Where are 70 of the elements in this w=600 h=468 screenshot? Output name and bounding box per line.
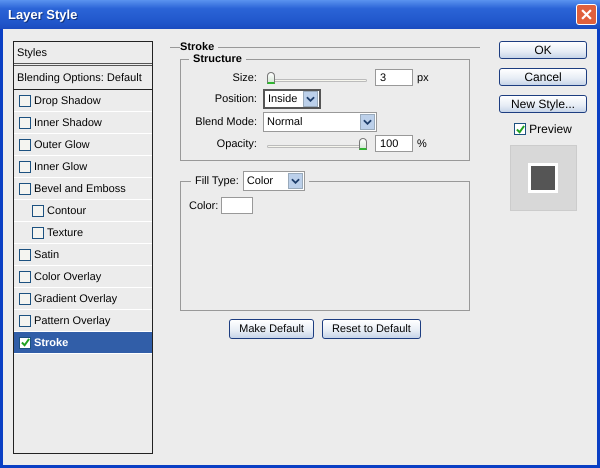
value-field[interactable]: 3: [375, 69, 413, 86]
caret-icon: [360, 114, 375, 130]
item-label: Pattern Overlay: [34, 314, 110, 326]
style-list-item[interactable]: Outer Glow: [14, 134, 152, 156]
item-label: Inner Glow: [34, 160, 88, 172]
dialog-button[interactable]: New Style...: [499, 95, 587, 113]
style-list-item[interactable]: Blending Options: Default: [14, 66, 152, 90]
checkbox[interactable]: [19, 160, 31, 172]
checkbox[interactable]: [32, 226, 44, 238]
slider-thumb[interactable]: [267, 72, 275, 84]
style-list-item[interactable]: Color Overlay: [14, 266, 152, 288]
checkbox[interactable]: [19, 270, 31, 282]
unit-label: px: [417, 72, 429, 84]
close-icon[interactable]: [576, 4, 597, 25]
checkbox[interactable]: [19, 292, 31, 304]
item-label: Texture: [47, 226, 84, 238]
checkbox[interactable]: [514, 123, 526, 135]
item-label: Gradient Overlay: [34, 292, 118, 304]
field-label: Color:: [189, 200, 218, 212]
style-list-item[interactable]: Contour: [14, 200, 152, 222]
color-swatch[interactable]: [221, 197, 254, 214]
item-label: Inner Shadow: [34, 116, 102, 128]
field-label: Opacity:: [216, 138, 257, 150]
style-list-item[interactable]: Texture: [14, 222, 152, 244]
slider[interactable]: [267, 136, 367, 150]
item-label: Satin: [34, 248, 60, 260]
default-button[interactable]: Make Default: [229, 319, 314, 339]
item-label: Color Overlay: [34, 270, 102, 282]
slider[interactable]: [267, 70, 367, 84]
default-button[interactable]: Reset to Default: [322, 319, 421, 339]
caret-icon: [303, 91, 318, 107]
item-label: Drop Shadow: [34, 94, 101, 106]
field-label: Fill Type:: [195, 175, 239, 187]
item-label: Outer Glow: [34, 138, 90, 150]
field-label: Size:: [232, 72, 257, 84]
list-header[interactable]: Styles: [14, 42, 152, 66]
group-title: Structure: [192, 53, 243, 65]
field-label: Position:: [214, 93, 257, 105]
group-title: Stroke: [180, 41, 216, 53]
checkbox[interactable]: [19, 138, 31, 150]
position-dropdown[interactable]: Inside: [263, 89, 321, 109]
style-list-item[interactable]: Gradient Overlay: [14, 288, 152, 310]
checkbox-label: Preview: [529, 122, 572, 136]
fill-type-dropdown[interactable]: Color: [242, 171, 305, 191]
value-field[interactable]: 100: [375, 135, 413, 152]
preview-drawing: [510, 145, 576, 211]
dialog-button[interactable]: OK: [499, 41, 587, 59]
style-list-item[interactable]: Inner Shadow: [14, 112, 152, 134]
dialog-button[interactable]: Cancel: [499, 68, 587, 86]
caret-icon: [288, 173, 303, 189]
blend-mode-dropdown[interactable]: Normal: [263, 112, 377, 132]
checkbox[interactable]: [19, 182, 31, 194]
unit-label: %: [417, 138, 427, 150]
checkbox[interactable]: [19, 94, 31, 106]
checkbox[interactable]: [19, 116, 31, 128]
style-list-item[interactable]: Inner Glow: [14, 156, 152, 178]
style-list-item[interactable]: Satin: [14, 244, 152, 266]
checkbox[interactable]: [32, 204, 44, 216]
item-label: Contour: [47, 204, 86, 216]
checkbox[interactable]: [19, 314, 31, 326]
checkbox[interactable]: [19, 336, 31, 348]
item-label: Bevel and Emboss: [34, 182, 126, 194]
style-list-item[interactable]: Bevel and Emboss: [14, 178, 152, 200]
style-list-item[interactable]: Stroke: [14, 332, 152, 354]
style-list-item[interactable]: Drop Shadow: [14, 90, 152, 112]
field-label: Blend Mode:: [194, 116, 257, 128]
window-title: Layer Style: [8, 7, 78, 22]
item-label: Stroke: [34, 336, 68, 348]
slider-thumb[interactable]: [359, 138, 367, 150]
checkbox[interactable]: [19, 248, 31, 260]
